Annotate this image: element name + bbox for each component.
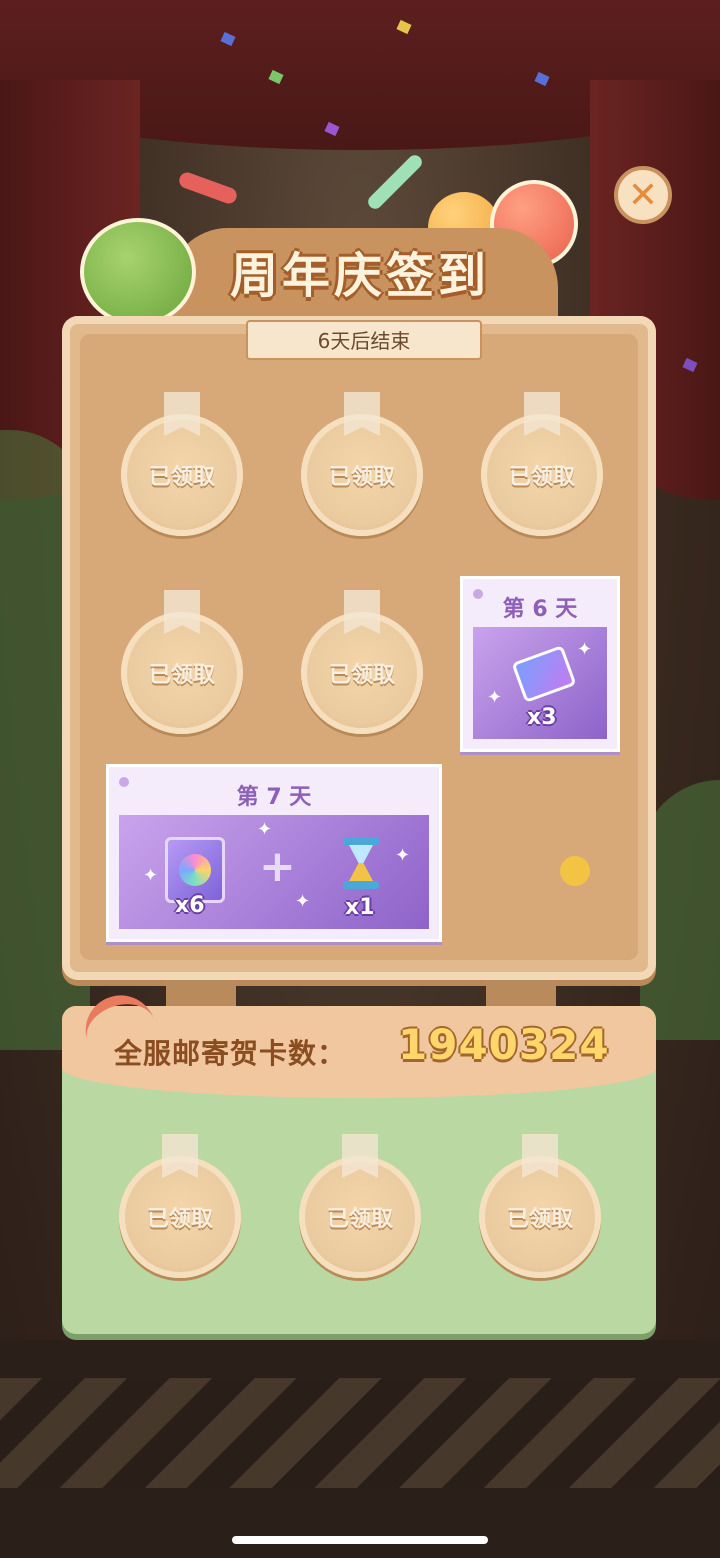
claimed-label: 已领取 [326,1207,393,1232]
home-indicator[interactable] [232,1536,488,1544]
coupon-disc [179,854,211,886]
day-6-label: 第 6 天 [502,597,578,622]
sparkle-icon: ✦ [295,891,311,912]
coin-decoration [560,856,590,886]
sparkle-icon: ✦ [577,639,593,660]
claimed-label: 已领取 [508,465,575,490]
day-3-claimed-badge[interactable]: 已领取 [481,414,603,536]
claimed-label: 已领取 [146,1207,213,1232]
day-7-reward-image: x6 + x1 ✦ ✦ ✦ ✦ [119,815,429,929]
sparkle-icon: ✦ [257,819,273,840]
stage-railing [0,1378,720,1488]
day-6-reward-image: ✦ ✦ x3 [473,627,607,739]
claimed-label: 已领取 [506,1207,573,1232]
countdown-label: 6天后结束 [246,320,482,360]
page-title: 周年庆签到 [229,248,490,304]
photo-card-icon [511,645,577,703]
claimed-label: 已领取 [148,663,215,688]
day-7-reward-card[interactable]: 第 7 天 x6 + x1 ✦ ✦ ✦ ✦ [106,764,442,942]
close-icon: ✕ [627,174,659,216]
day-7-label: 第 7 天 [236,785,312,810]
hourglass-cap [343,837,379,845]
milestone-3-claimed-badge[interactable]: 已领取 [479,1156,601,1278]
claimed-label: 已领取 [148,465,215,490]
day-1-claimed-badge[interactable]: 已领取 [121,414,243,536]
milestone-2-claimed-badge[interactable]: 已领取 [299,1156,421,1278]
server-card-count: 1940324 [398,1020,610,1069]
day-6-reward-card[interactable]: 第 6 天 ✦ ✦ x3 [460,576,620,752]
claimed-label: 已领取 [328,465,395,490]
milestone-1-claimed-badge[interactable]: 已领取 [119,1156,241,1278]
server-card-label: 全服邮寄贺卡数： [114,1037,347,1070]
hourglass-icon [343,837,379,889]
hourglass-glass [349,845,373,881]
day-5-claimed-badge[interactable]: 已领取 [301,612,423,734]
close-button[interactable]: ✕ [614,166,672,224]
hourglass-cap [343,881,379,889]
day-7-hourglass-quantity: x1 [345,895,375,920]
day-2-claimed-badge[interactable]: 已领取 [301,414,423,536]
day-6-quantity: x3 [527,705,557,730]
claimed-label: 已领取 [328,663,395,688]
sparkle-icon: ✦ [487,687,503,708]
day-7-coupon-quantity: x6 [175,893,205,918]
sparkle-icon: ✦ [395,845,411,866]
plus-icon: + [259,841,296,892]
day-4-claimed-badge[interactable]: 已领取 [121,612,243,734]
sparkle-icon: ✦ [143,865,159,886]
